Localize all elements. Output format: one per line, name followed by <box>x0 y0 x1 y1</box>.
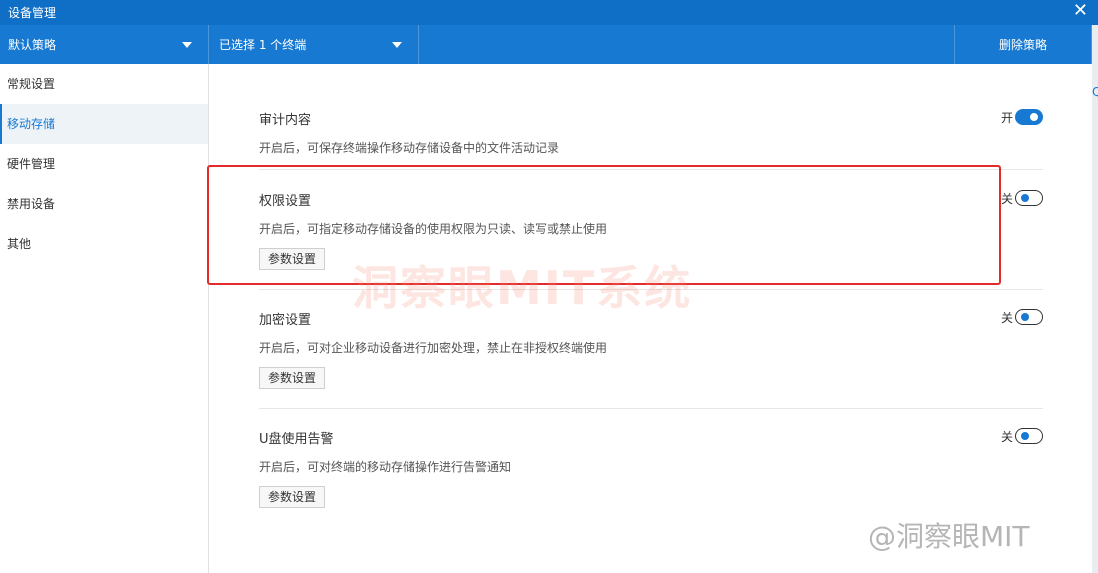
toggle-group: 关 <box>1001 428 1043 444</box>
sidebar-item-hardware[interactable]: 硬件管理 <box>0 144 208 184</box>
setting-label: 权限设置 <box>259 194 312 209</box>
sidebar-item-label: 硬件管理 <box>7 157 56 171</box>
toolbar: 默认策略 已选择 1 个终端 删除策略 <box>0 25 1092 64</box>
setting-label: U盘使用告警 <box>259 432 334 447</box>
setting-usb-alert: U盘使用告警 关 开启后，可对终端的移动存储操作进行告警通知 参数设置 <box>259 428 1043 528</box>
terminal-select[interactable]: 已选择 1 个终端 <box>209 25 419 64</box>
toggle-state-label: 关 <box>1000 429 1013 444</box>
setting-label: 加密设置 <box>259 313 312 328</box>
usb-alert-toggle[interactable] <box>1015 428 1043 444</box>
encryption-toggle[interactable] <box>1015 309 1043 325</box>
setting-description: 开启后，可对终端的移动存储操作进行告警通知 <box>259 460 512 474</box>
sidebar-item-label: 禁用设备 <box>7 197 56 211</box>
delete-policy-label: 删除策略 <box>998 38 1047 52</box>
setting-description: 开启后，可保存终端操作移动存储设备中的文件活动记录 <box>259 141 560 155</box>
section-divider <box>259 408 1043 409</box>
toggle-knob <box>1021 432 1029 440</box>
toggle-knob <box>1021 194 1029 202</box>
toggle-group: 关 <box>1001 190 1043 206</box>
sidebar-item-label: 其他 <box>7 237 32 251</box>
setting-description: 开启后，可指定移动存储设备的使用权限为只读、读写或禁止使用 <box>259 222 608 236</box>
watermark-corner: @洞察眼MIT <box>868 520 1030 553</box>
sidebar: 常规设置 移动存储 硬件管理 禁用设备 其他 <box>0 64 209 573</box>
sidebar-item-removable-storage[interactable]: 移动存储 <box>0 104 208 144</box>
toggle-state-label: 关 <box>1000 191 1013 206</box>
policy-select-value: 默认策略 <box>8 38 57 52</box>
chevron-down-icon <box>182 42 192 48</box>
background-glyph: Q <box>1092 85 1098 99</box>
setting-description: 开启后，可对企业移动设备进行加密处理，禁止在非授权终端使用 <box>259 341 608 355</box>
sidebar-item-label: 移动存储 <box>7 117 56 131</box>
settings-panel: 审计内容 开 开启后，可保存终端操作移动存储设备中的文件活动记录 权限设置 关 … <box>209 64 1092 573</box>
sidebar-item-other[interactable]: 其他 <box>0 224 208 264</box>
toggle-state-label: 关 <box>1000 310 1013 325</box>
setting-encryption: 加密设置 关 开启后，可对企业移动设备进行加密处理，禁止在非授权终端使用 参数设… <box>259 309 1043 409</box>
toggle-state-label: 开 <box>1000 110 1013 125</box>
toggle-group: 关 <box>1001 309 1043 325</box>
permission-toggle[interactable] <box>1015 190 1043 206</box>
section-divider <box>259 169 1043 170</box>
sidebar-item-general[interactable]: 常规设置 <box>0 64 208 104</box>
permission-params-button[interactable]: 参数设置 <box>259 248 326 270</box>
policy-select[interactable]: 默认策略 <box>0 25 209 64</box>
toggle-group: 开 <box>1001 109 1043 125</box>
window-title: 设备管理 <box>8 6 57 20</box>
toggle-knob <box>1030 113 1038 121</box>
sidebar-item-label: 常规设置 <box>7 77 56 91</box>
title-bar: 设备管理 ✕ <box>0 0 1098 25</box>
setting-label: 审计内容 <box>259 113 312 128</box>
encryption-params-button[interactable]: 参数设置 <box>259 367 326 389</box>
setting-audit-content: 审计内容 开 开启后，可保存终端操作移动存储设备中的文件活动记录 <box>259 109 1043 189</box>
toolbar-spacer <box>419 25 955 64</box>
close-icon[interactable]: ✕ <box>1073 1 1088 21</box>
delete-policy-button[interactable]: 删除策略 <box>954 25 1092 64</box>
chevron-down-icon <box>392 42 402 48</box>
terminal-select-value: 已选择 1 个终端 <box>219 38 307 52</box>
toggle-knob <box>1021 313 1029 321</box>
usb-alert-params-button[interactable]: 参数设置 <box>259 486 326 508</box>
sidebar-item-disabled-devices[interactable]: 禁用设备 <box>0 184 208 224</box>
watermark-center: 洞察眼MIT系统 <box>352 261 693 315</box>
audit-content-toggle[interactable] <box>1015 109 1043 125</box>
background-window-edge: Q <box>1092 25 1098 573</box>
